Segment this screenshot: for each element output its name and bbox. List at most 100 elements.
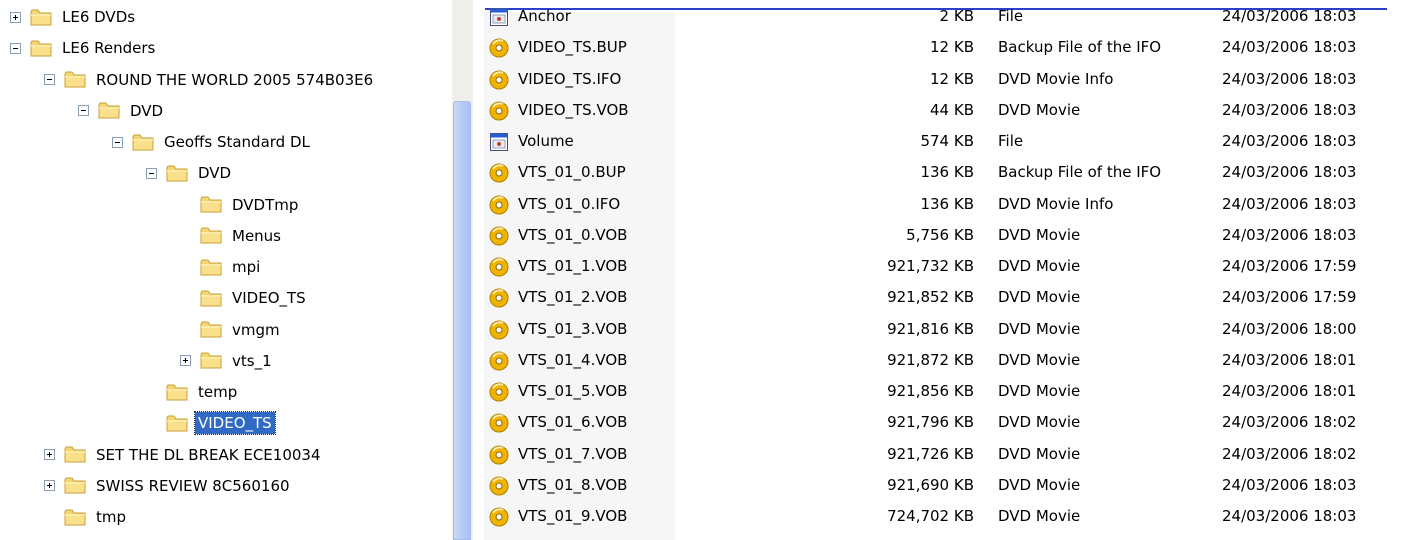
tree-node[interactable]: DVD xyxy=(146,160,234,186)
tree-node[interactable]: Geoffs Standard DL xyxy=(112,129,313,155)
file-size: 921,732 KB xyxy=(887,257,974,275)
file-name[interactable]: VTS_01_9.VOB xyxy=(518,501,627,532)
file-name[interactable]: VTS_01_5.VOB xyxy=(518,376,627,407)
file-row[interactable]: VTS_01_0.BUP 136 KB Backup File of the IFO… xyxy=(482,157,1404,188)
tree-node[interactable]: VIDEO_TS xyxy=(146,410,276,436)
file-row[interactable]: VTS_01_6.VOB 921,796 KB DVD Movie 24/03/200… xyxy=(482,407,1404,438)
tree-node-label[interactable]: DVD xyxy=(127,100,166,122)
expand-plus-icon[interactable] xyxy=(44,480,55,492)
tree-node[interactable]: LE6 Renders xyxy=(10,35,158,61)
dvd-disc-icon xyxy=(489,226,509,246)
file-row[interactable]: VIDEO_TS.BUP 12 KB Backup File of the IFO 2… xyxy=(482,32,1404,63)
file-name[interactable]: VIDEO_TS.BUP xyxy=(518,32,627,63)
tree-node[interactable]: vmgm xyxy=(180,317,283,343)
file-row[interactable]: VTS_01_1.VOB 921,732 KB DVD Movie 24/03/200… xyxy=(482,251,1404,282)
file-row[interactable]: VTS_01_7.VOB 921,726 KB DVD Movie 24/03/200… xyxy=(482,439,1404,470)
file-name[interactable]: VTS_01_8.VOB xyxy=(518,470,627,501)
file-name[interactable]: VIDEO_TS.VOB xyxy=(518,95,629,126)
file-name[interactable]: Volume xyxy=(518,126,574,157)
tree-node[interactable]: VIDEO_TS xyxy=(180,285,309,311)
file-name[interactable]: VTS_01_3.VOB xyxy=(518,314,627,345)
tree-node-label[interactable]: vts_1 xyxy=(229,350,275,372)
folder-icon xyxy=(166,165,188,182)
tree-node-label[interactable]: Menus xyxy=(229,225,284,247)
expand-plus-icon[interactable] xyxy=(10,11,21,23)
file-name[interactable]: Anchor xyxy=(518,1,571,32)
tree-node-label[interactable]: Geoffs Standard DL xyxy=(161,131,313,153)
dvd-disc-icon xyxy=(489,445,509,464)
file-row[interactable]: Volume 574 KB File 24/03/2006 18:03 xyxy=(482,126,1404,157)
file-name[interactable]: VTS_01_7.VOB xyxy=(518,439,627,470)
tree-node-label[interactable]: ROUND THE WORLD 2005 574B03E6 xyxy=(93,69,376,91)
file-row[interactable]: VTS_01_5.VOB 921,856 KB DVD Movie 24/03/200… xyxy=(482,376,1404,407)
file-name[interactable]: VTS_01_0.BUP xyxy=(518,157,626,188)
folder-icon xyxy=(30,9,52,25)
generic-file-icon xyxy=(490,8,508,26)
file-name[interactable]: VTS_01_6.VOB xyxy=(518,407,627,438)
tree-node-label[interactable]: LE6 DVDs xyxy=(59,6,138,28)
file-row[interactable]: VTS_01_0.IFO 136 KB DVD Movie Info 24/03/20… xyxy=(482,189,1404,220)
tree-node-label[interactable]: SET THE DL BREAK ECE10034 xyxy=(93,444,324,466)
tree-node[interactable]: DVDTmp xyxy=(180,192,301,218)
file-name[interactable]: VTS_01_0.VOB xyxy=(518,220,627,251)
tree-node[interactable]: SWISS REVIEW 8C560160 xyxy=(44,473,293,499)
file-row[interactable]: VTS_01_9.VOB 724,702 KB DVD Movie 24/03/200… xyxy=(482,501,1404,532)
tree-node-label[interactable]: mpi xyxy=(229,256,263,278)
file-type: DVD Movie Info xyxy=(998,69,1114,88)
tree-node-label[interactable]: vmgm xyxy=(229,319,283,341)
file-name[interactable]: VTS_01_4.VOB xyxy=(518,345,627,376)
file-type: DVD Movie xyxy=(998,225,1081,244)
file-date-modified: 24/03/2006 18:03 xyxy=(1222,507,1357,525)
collapse-minus-icon[interactable] xyxy=(44,74,55,85)
file-type: DVD Movie xyxy=(998,382,1081,400)
tree-node[interactable]: temp xyxy=(146,379,240,405)
file-size: 921,690 KB xyxy=(887,475,974,494)
folder-icon xyxy=(200,352,222,369)
tree-node[interactable]: Menus xyxy=(180,223,284,249)
tree-node-label[interactable]: tmp xyxy=(93,506,129,528)
tree-node-label[interactable]: VIDEO_TS xyxy=(194,411,276,436)
file-date-modified: 24/03/2006 18:01 xyxy=(1222,350,1357,369)
tree-node[interactable]: ROUND THE WORLD 2005 574B03E6 xyxy=(44,67,376,93)
tree-node[interactable]: SET THE DL BREAK ECE10034 xyxy=(44,442,324,468)
file-date-modified: 24/03/2006 17:59 xyxy=(1222,288,1357,307)
tree-node[interactable]: vts_1 xyxy=(180,348,275,374)
collapse-minus-icon[interactable] xyxy=(112,136,123,148)
file-date-modified: 24/03/2006 18:03 xyxy=(1222,194,1357,213)
file-name[interactable]: VTS_01_0.IFO xyxy=(518,189,620,220)
tree-scrollbar[interactable] xyxy=(452,0,473,540)
file-row[interactable]: VTS_01_0.VOB 5,756 KB DVD Movie 24/03/2006 … xyxy=(482,220,1404,251)
file-row[interactable]: VIDEO_TS.IFO 12 KB DVD Movie Info 24/03/200… xyxy=(482,64,1404,95)
tree-node-label[interactable]: DVD xyxy=(195,162,234,184)
collapse-minus-icon[interactable] xyxy=(146,167,157,179)
file-name[interactable]: VTS_01_2.VOB xyxy=(518,282,627,313)
tree-node-label[interactable]: temp xyxy=(195,381,240,403)
tree-node[interactable]: mpi xyxy=(180,254,263,280)
tree-node-label[interactable]: DVDTmp xyxy=(229,194,301,216)
tree-node[interactable]: tmp xyxy=(44,504,129,530)
folder-icon xyxy=(166,415,188,432)
file-row[interactable]: VTS_01_4.VOB 921,872 KB DVD Movie 24/03/200… xyxy=(482,345,1404,376)
file-row[interactable]: VTS_01_8.VOB 921,690 KB DVD Movie 24/03/200… xyxy=(482,470,1404,501)
expand-plus-icon[interactable] xyxy=(44,449,55,460)
file-row[interactable]: VIDEO_TS.VOB 44 KB DVD Movie 24/03/2006 18:… xyxy=(482,95,1404,126)
tree-node-label[interactable]: VIDEO_TS xyxy=(229,287,309,309)
file-row[interactable]: VTS_01_3.VOB 921,816 KB DVD Movie 24/03/200… xyxy=(482,314,1404,345)
folder-icon xyxy=(64,446,86,463)
collapse-minus-icon[interactable] xyxy=(10,42,21,54)
folder-icon xyxy=(98,102,120,119)
expand-plus-icon[interactable] xyxy=(180,355,191,367)
file-date-modified: 24/03/2006 18:03 xyxy=(1222,100,1357,119)
scrollbar-thumb[interactable] xyxy=(453,101,471,540)
tree-node-label[interactable]: SWISS REVIEW 8C560160 xyxy=(93,475,293,497)
folder-icon xyxy=(166,384,188,400)
file-name[interactable]: VIDEO_TS.IFO xyxy=(518,64,621,95)
generic-file-icon xyxy=(490,133,508,151)
collapse-minus-icon[interactable] xyxy=(78,105,89,117)
tree-node[interactable]: DVD xyxy=(78,98,166,124)
file-row[interactable]: VTS_01_2.VOB 921,852 KB DVD Movie 24/03/200… xyxy=(482,282,1404,313)
file-row[interactable]: Anchor 2 KB File 24/03/2006 18:03 xyxy=(482,1,1404,32)
tree-node[interactable]: LE6 DVDs xyxy=(10,4,138,30)
tree-node-label[interactable]: LE6 Renders xyxy=(59,37,158,59)
file-name[interactable]: VTS_01_1.VOB xyxy=(518,251,627,282)
